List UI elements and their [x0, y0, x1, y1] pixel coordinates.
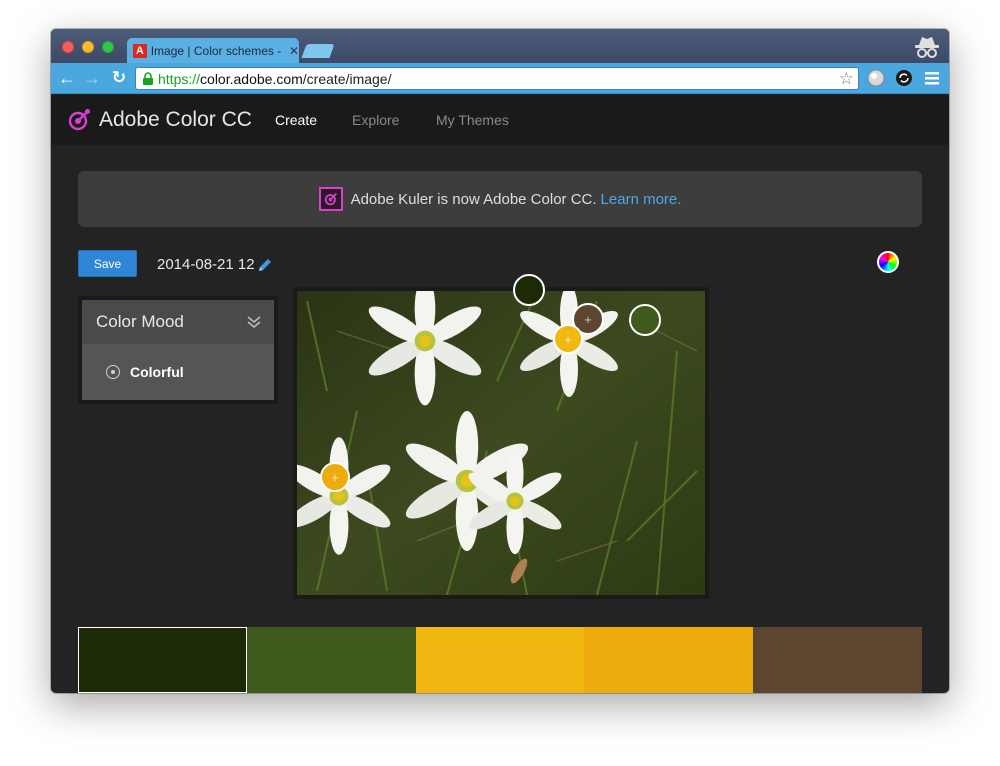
color-mood-title: Color Mood: [96, 312, 184, 331]
banner-text: Adobe Kuler is now Adobe Color CC. Learn …: [350, 190, 682, 208]
announcement-banner: Adobe Kuler is now Adobe Color CC. Learn …: [78, 171, 922, 227]
nav-my-themes[interactable]: My Themes: [436, 112, 509, 128]
menu-hamburger-icon[interactable]: [923, 69, 941, 87]
browser-window: A Image | Color schemes - A ✕ ← → ↻ http…: [51, 29, 949, 693]
minimize-window-button[interactable]: [82, 41, 94, 53]
radio-icon: [106, 365, 120, 379]
color-picker-3[interactable]: +: [553, 324, 583, 354]
url-text: https://color.adobe.com/create/image/: [158, 70, 392, 87]
theme-name: 2014-08-21 12: [157, 256, 255, 273]
flower-photo: [297, 291, 705, 595]
extension-globe-icon[interactable]: [867, 69, 885, 87]
nav-create[interactable]: Create: [275, 112, 317, 128]
adobe-favicon-icon: A: [133, 44, 147, 58]
color-mood-panel: Color Mood Colorful: [78, 296, 278, 404]
reload-icon[interactable]: ↻: [109, 68, 129, 88]
kuler-logo-icon: [68, 109, 90, 131]
back-arrow-icon[interactable]: ←: [57, 68, 77, 88]
kuler-badge-icon: [318, 187, 343, 211]
color-swatches: [78, 627, 922, 693]
close-window-button[interactable]: [62, 41, 74, 53]
address-bar[interactable]: https://color.adobe.com/create/image/ ☆: [135, 67, 859, 90]
tab-title: Image | Color schemes - A: [150, 44, 283, 58]
color-picker-1[interactable]: [513, 274, 545, 306]
app-header: Adobe Color CC Create Explore My Themes: [51, 95, 949, 145]
learn-more-link[interactable]: Learn more.: [601, 191, 682, 208]
swatch-2[interactable]: [246, 627, 416, 693]
swatch-4[interactable]: [584, 627, 754, 693]
mood-option-label: Colorful: [130, 364, 184, 380]
forward-arrow-icon[interactable]: →: [82, 68, 102, 88]
new-tab-button[interactable]: [301, 44, 335, 58]
color-wheel-icon[interactable]: [877, 251, 899, 273]
save-button[interactable]: Save: [78, 250, 137, 277]
incognito-icon: [915, 37, 939, 58]
chevron-down-icon: [247, 316, 261, 329]
pencil-icon[interactable]: [257, 257, 273, 273]
bookmark-star-icon[interactable]: ☆: [839, 69, 854, 89]
swatch-3[interactable]: [415, 627, 585, 693]
color-mood-dropdown[interactable]: Color Mood: [82, 300, 274, 344]
tab-close-icon[interactable]: ✕: [289, 44, 299, 58]
title-bar: A Image | Color schemes - A ✕: [51, 29, 949, 64]
browser-tab[interactable]: A Image | Color schemes - A ✕: [127, 38, 299, 64]
extension-sync-icon[interactable]: [895, 69, 913, 87]
color-picker-4[interactable]: +: [320, 462, 350, 492]
swatch-5[interactable]: [753, 627, 922, 693]
nav-explore[interactable]: Explore: [352, 112, 399, 128]
mood-option-colorful[interactable]: Colorful: [82, 344, 274, 400]
lock-icon: [143, 72, 153, 85]
maximize-window-button[interactable]: [102, 41, 114, 53]
swatch-1[interactable]: [78, 627, 247, 693]
browser-toolbar: ← → ↻ https://color.adobe.com/create/ima…: [51, 63, 949, 94]
app-logo[interactable]: Adobe Color CC: [67, 108, 252, 132]
color-picker-2[interactable]: [629, 304, 661, 336]
app-title: Adobe Color CC: [99, 108, 252, 131]
